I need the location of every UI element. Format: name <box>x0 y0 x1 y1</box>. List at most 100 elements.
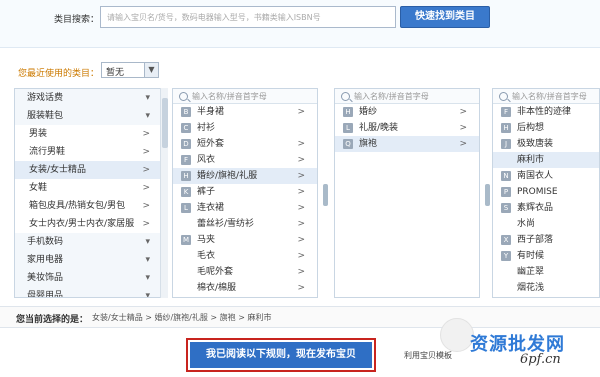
category-item[interactable]: J 极致唐装 <box>493 136 599 152</box>
index-letter: P <box>501 187 511 197</box>
category-item[interactable]: B 半身裙 > <box>173 104 317 120</box>
chevron-right-icon: > <box>459 139 467 149</box>
breadcrumb-path: 女装/女士精品 > 婚纱/旗袍/礼服 > 旗袍 > 麻利市 <box>92 313 272 322</box>
category-group[interactable]: 游戏话费 ▾ <box>15 89 160 107</box>
category-item[interactable]: K 裤子 > <box>173 184 317 200</box>
index-letter: H <box>343 107 353 117</box>
collapse-handle[interactable] <box>323 184 328 206</box>
category-item[interactable]: 男装 > <box>15 125 160 143</box>
index-letter: H <box>501 123 511 133</box>
publish-item-button[interactable]: 我已阅读以下规则，现在发布宝贝 <box>186 338 376 372</box>
category-item[interactable]: 幽芷翠 <box>493 264 599 280</box>
category-item[interactable]: S 素辉衣品 <box>493 200 599 216</box>
category-label: 马夹 <box>197 235 216 245</box>
category-label: 半身裙 <box>197 107 225 117</box>
category-item[interactable]: 女装/女士精品 > <box>15 161 160 179</box>
category-level1-list: 游戏话费 ▾ 服装鞋包 ▾ 男装 > 流行男鞋 > 女装/女士精品 > 女鞋 > 箱包皮具/热销女包/男… <box>14 88 160 298</box>
chevron-right-icon: > <box>297 187 305 197</box>
category-group[interactable]: 家用电器 ▾ <box>15 251 160 269</box>
category-label: 蕾丝衫/雪纺衫 <box>197 219 255 229</box>
category-item[interactable]: M 马夹 > <box>173 232 317 248</box>
category-label: 流行男鞋 <box>29 147 66 157</box>
category-item[interactable]: 棉衣/棉服 > <box>173 280 317 296</box>
chevron-right-icon: > <box>297 219 305 229</box>
category-item[interactable]: X 西子部落 <box>493 232 599 248</box>
category-label: 素辉衣品 <box>517 203 554 213</box>
category-label: 有时候 <box>517 251 545 261</box>
index-letter: L <box>343 123 353 133</box>
category-label: 母婴用品 <box>27 291 64 298</box>
category-item[interactable]: H 婚纱 > <box>335 104 479 120</box>
items-list: H 婚纱 > L 礼服/晚装 > Q 旗袍 > <box>335 104 479 152</box>
chevron-right-icon: > <box>459 123 467 133</box>
category-item[interactable]: H 婚纱/旗袍/礼服 > <box>173 168 317 184</box>
chevron-down-icon: ▾ <box>145 111 150 121</box>
category-item[interactable]: 箱包皮具/热销女包/男包 > <box>15 197 160 215</box>
category-label: 棉衣/棉服 <box>197 283 237 293</box>
category-filter-input[interactable]: 输入名称/拼音首字母 <box>493 89 599 104</box>
index-letter: F <box>501 107 511 117</box>
chevron-right-icon: > <box>297 155 305 165</box>
chevron-down-icon: ▾ <box>145 237 150 247</box>
category-item[interactable]: Q 旗袍 > <box>335 136 479 152</box>
category-item[interactable]: 麻利市 <box>493 152 599 168</box>
search-icon <box>179 92 188 101</box>
items-list: B 半身裙 > C 衬衫 D 短外套 > F 风衣 > H 婚纱/旗袍/礼服 > K 裤子 > L 连衣裙 > 蕾丝衫/… <box>173 104 317 297</box>
category-group[interactable]: 母婴用品 ▾ <box>15 287 160 298</box>
filter-placeholder: 输入名称/拼音首字母 <box>354 92 429 101</box>
category-item[interactable]: 女士内衣/男士内衣/家居服 > <box>15 215 160 233</box>
category-item[interactable]: F 非本性的迹律 <box>493 104 599 120</box>
category-group[interactable]: 手机数码 ▾ <box>15 233 160 251</box>
chevron-down-icon[interactable]: ▼ <box>144 63 158 77</box>
category-label: 游戏话费 <box>27 93 64 103</box>
chevron-right-icon: > <box>297 283 305 293</box>
chevron-right-icon: > <box>297 171 305 181</box>
category-item[interactable]: 毛衣 > <box>173 248 317 264</box>
category-item[interactable]: F 风衣 > <box>173 152 317 168</box>
category-group[interactable]: 服装鞋包 ▾ <box>15 107 160 125</box>
scrollbar-thumb[interactable] <box>162 98 168 148</box>
category-item[interactable]: H 后构想 <box>493 120 599 136</box>
collapse-handle[interactable] <box>485 184 490 206</box>
category-item[interactable]: P PROMISE <box>493 184 599 200</box>
category-item[interactable]: L 礼服/晚装 > <box>335 120 479 136</box>
chevron-right-icon: > <box>297 235 305 245</box>
category-label: 家用电器 <box>27 255 64 265</box>
index-letter: D <box>181 139 191 149</box>
index-letter: F <box>181 155 191 165</box>
chevron-right-icon: > <box>297 267 305 277</box>
scrollbar-level1[interactable] <box>160 88 168 298</box>
category-item[interactable]: C 衬衫 <box>173 120 317 136</box>
category-item[interactable]: 卫衣绒衫 <box>173 296 317 297</box>
index-letter: K <box>181 187 191 197</box>
category-label: 西子部落 <box>517 235 554 245</box>
category-item[interactable]: Y 有时候 <box>493 248 599 264</box>
category-item[interactable]: 烟花浅 <box>493 280 599 296</box>
category-filter-input[interactable]: 输入名称/拼音首字母 <box>173 89 317 104</box>
index-letter: J <box>501 139 511 149</box>
chevron-right-icon: > <box>297 251 305 261</box>
category-item[interactable]: 流行男鞋 > <box>15 143 160 161</box>
category-label: 衬衫 <box>197 123 216 133</box>
category-label: 女士内衣/男士内衣/家居服 <box>29 219 135 229</box>
category-label: 后构想 <box>517 123 545 133</box>
recent-category-select[interactable]: 暂无 ▼ <box>101 62 159 78</box>
quick-find-category-button[interactable]: 快速找到类目 <box>400 6 490 28</box>
category-item[interactable]: L 连衣裙 > <box>173 200 317 216</box>
category-item[interactable]: 毛呢外套 > <box>173 264 317 280</box>
index-letter: M <box>181 235 191 245</box>
category-item[interactable]: 女鞋 > <box>15 179 160 197</box>
brand-list: 输入名称/拼音首字母 F 非本性的迹律 H 后构想 J 极致唐装 麻利市 N 南国衣人 P PROM… <box>492 88 600 298</box>
category-item[interactable]: 蕾丝衫/雪纺衫 > <box>173 216 317 232</box>
search-input[interactable]: 请输入宝贝名/货号，数码电器输入型号，书籍类输入ISBN号 <box>100 6 396 28</box>
use-template-link[interactable]: 利用宝贝模板 <box>404 350 452 361</box>
category-label: 非本性的迹律 <box>517 107 572 117</box>
filter-placeholder: 输入名称/拼音首字母 <box>192 92 267 101</box>
category-item[interactable]: N 南国衣人 <box>493 168 599 184</box>
category-item[interactable]: D 短外套 > <box>173 136 317 152</box>
category-group[interactable]: 美妆饰品 ▾ <box>15 269 160 287</box>
index-letter: S <box>501 203 511 213</box>
category-label: 毛衣 <box>197 251 216 261</box>
category-filter-input[interactable]: 输入名称/拼音首字母 <box>335 89 479 104</box>
category-item[interactable]: 水尚 <box>493 216 599 232</box>
